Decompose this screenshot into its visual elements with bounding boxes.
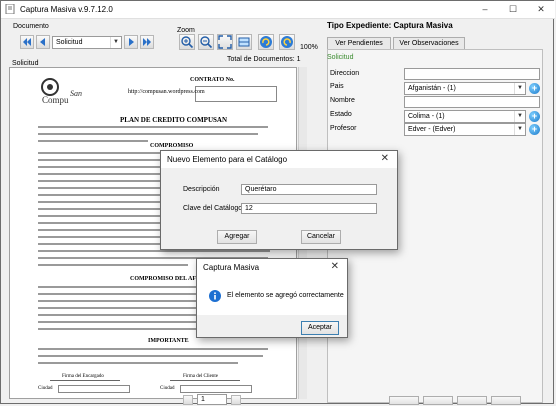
city-left-label: Ciudad: [38, 386, 53, 391]
catalog-key-input[interactable]: 12: [241, 203, 377, 214]
profesor-select-value: Edver - (Edver): [408, 126, 456, 133]
add-estado-button[interactable]: +: [529, 111, 540, 122]
bottom-button-4[interactable]: [491, 396, 521, 405]
direccion-input[interactable]: [404, 68, 540, 80]
cancel-button[interactable]: Cancelar: [301, 230, 341, 244]
next-doc-button[interactable]: [124, 35, 138, 49]
catalog-key-label: Clave del Catálogo: [183, 205, 243, 212]
rotate-right-button[interactable]: [279, 34, 295, 50]
pais-select-value: Afganistán - (1): [408, 85, 456, 92]
document-section-compromiso: COMPROMISO: [150, 143, 194, 149]
compusan-logo-icon: Compu San: [41, 78, 82, 105]
rotate-left-button[interactable]: [258, 34, 274, 50]
document-section-importante: IMPORTANTE: [148, 338, 189, 344]
pais-select[interactable]: Afganistán - (1) ▼: [404, 82, 526, 95]
signature-right-label: Firma del Cliente: [183, 374, 218, 379]
catalog-dialog-titlebar: Nuevo Elemento para el Catálogo ✕: [161, 151, 397, 168]
field-label-direccion: Direccion: [330, 70, 360, 77]
catalog-dialog: Nuevo Elemento para el Catálogo ✕ Descri…: [160, 150, 398, 250]
chevron-down-icon: ▼: [514, 124, 525, 135]
left-arrow-icon: [40, 38, 45, 46]
ok-button[interactable]: Aceptar: [301, 321, 339, 335]
fit-width-icon: [238, 37, 250, 47]
zoom-in-button[interactable]: [179, 34, 195, 50]
close-icon[interactable]: ✕: [331, 261, 339, 272]
description-label: Descripción: [183, 186, 220, 193]
chevron-down-icon: ▼: [514, 111, 525, 122]
section-solicitud: Solicitud: [327, 54, 354, 61]
rotate-left-icon: [260, 36, 272, 48]
message-dialog-title: Captura Masiva: [203, 263, 260, 272]
fit-page-button[interactable]: [217, 34, 233, 50]
pager-input[interactable]: 1: [197, 394, 227, 405]
tab-ver-pendientes[interactable]: Ver Pendientes: [327, 37, 391, 49]
field-label-pais: Pais: [330, 83, 344, 90]
maximize-button[interactable]: ☐: [499, 1, 527, 18]
expediente-title: Tipo Expediente: Captura Masiva: [327, 21, 453, 30]
app-icon: [5, 4, 15, 14]
double-right-arrow-icon: [143, 38, 151, 46]
svg-text:Compu: Compu: [42, 95, 69, 105]
window-title: Captura Masiva v.9.7.12.0: [20, 5, 113, 14]
zoom-in-icon: [181, 36, 194, 49]
first-doc-button[interactable]: [20, 35, 34, 49]
right-arrow-icon: [129, 38, 134, 46]
info-icon: [209, 290, 221, 302]
message-dialog-titlebar: Captura Masiva ✕: [197, 259, 347, 276]
profesor-select[interactable]: Edver - (Edver) ▼: [404, 123, 526, 136]
message-text: El elemento se agregó correctamente: [227, 292, 344, 299]
catalog-dialog-title: Nuevo Elemento para el Catálogo: [167, 155, 288, 164]
zoom-label: Zoom: [177, 27, 195, 34]
zoom-out-icon: [200, 36, 213, 49]
field-label-nombre: Nombre: [330, 97, 355, 104]
city-right-label: Ciudad: [160, 386, 175, 391]
signature-left-label: Firma del Encargado: [62, 374, 104, 379]
bottom-button-1[interactable]: [389, 396, 419, 405]
solicitud-label: Solicitud: [12, 60, 39, 67]
contract-number-label: CONTRATO No.: [190, 77, 235, 83]
estado-select[interactable]: Colima - (1) ▼: [404, 110, 526, 123]
minimize-button[interactable]: –: [471, 1, 499, 18]
total-documents: Total de Documentos: 1: [227, 56, 301, 63]
bottom-button-2[interactable]: [423, 396, 453, 405]
document-select[interactable]: Solicitud ▼: [52, 36, 122, 49]
message-dialog: Captura Masiva ✕ El elemento se agregó c…: [196, 258, 348, 338]
close-icon[interactable]: ✕: [381, 153, 389, 164]
pager-prev-button[interactable]: [183, 395, 193, 405]
field-label-estado: Estado: [330, 111, 352, 118]
fit-width-button[interactable]: [236, 34, 252, 50]
close-button[interactable]: ✕: [527, 1, 555, 18]
document-title: PLAN DE CREDITO COMPUSAN: [120, 116, 228, 124]
rotate-right-icon: [281, 36, 293, 48]
add-pais-button[interactable]: +: [529, 83, 540, 94]
prev-doc-button[interactable]: [36, 35, 50, 49]
contract-number-box: [195, 86, 277, 102]
bottom-button-3[interactable]: [457, 396, 487, 405]
title-bar: Captura Masiva v.9.7.12.0 – ☐ ✕: [1, 1, 555, 19]
chevron-down-icon: ▼: [514, 83, 525, 94]
svg-text:San: San: [70, 89, 82, 98]
zoom-out-button[interactable]: [198, 34, 214, 50]
estado-select-value: Colima - (1): [408, 113, 445, 120]
document-url: http://compusan.wordpress.com: [128, 89, 205, 95]
fit-page-icon: [218, 35, 232, 49]
tab-ver-observaciones[interactable]: Ver Observaciones: [393, 37, 465, 49]
pager-next-button[interactable]: [231, 395, 241, 405]
document-select-value: Solicitud: [56, 39, 83, 46]
field-label-profesor: Profesor: [330, 125, 357, 132]
add-profesor-button[interactable]: +: [529, 124, 540, 135]
nombre-input[interactable]: [404, 96, 540, 108]
last-doc-button[interactable]: [140, 35, 154, 49]
add-button[interactable]: Agregar: [217, 230, 257, 244]
double-left-arrow-icon: [23, 38, 31, 46]
document-label: Documento: [13, 23, 49, 30]
chevron-down-icon: ▼: [110, 37, 121, 48]
description-input[interactable]: Querétaro: [241, 184, 377, 195]
zoom-percent: 100%: [300, 44, 318, 51]
